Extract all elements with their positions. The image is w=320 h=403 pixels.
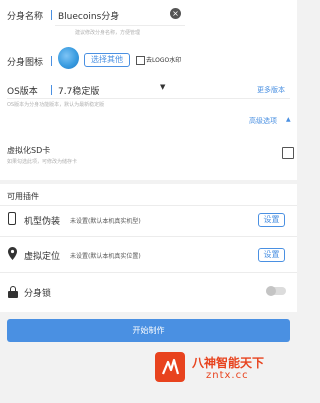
plugin-name: 机型伪装 [24, 217, 61, 227]
os-separator [51, 85, 52, 95]
plugins-panel: 可用插件 机型伪装 未设置(默认本机真实机型) 设置 虚拟定位 未设置(默认本机… [0, 184, 297, 312]
remove-logo-checkbox[interactable] [136, 56, 145, 65]
os-label: OS版本 [7, 87, 38, 97]
name-separator [51, 10, 52, 20]
phone-icon [8, 212, 16, 225]
virtual-sd-checkbox[interactable] [282, 147, 294, 159]
start-button[interactable]: 开始制作 [7, 319, 290, 342]
choose-other-button[interactable]: 选择其他 [84, 53, 130, 67]
remove-logo-label: 去LOGO水印 [146, 57, 182, 64]
watermark-logo [155, 352, 185, 382]
virtual-sd-hint: 如果勾选此项，可修改为储存卡 [7, 159, 78, 165]
clone-lock-toggle[interactable] [266, 286, 286, 296]
more-versions-link[interactable]: 更多版本 [257, 85, 285, 95]
dropdown-arrow-icon[interactable]: ▼ [160, 83, 165, 91]
plugin-divider [0, 236, 297, 237]
clear-icon[interactable]: × [170, 8, 181, 19]
watermark-url: zntx.cc [206, 370, 249, 381]
os-hint: OS版本为分身功能版本，默认为最新稳定版 [7, 102, 105, 108]
app-icon[interactable] [58, 47, 79, 69]
plugin-status: 未设置(默认本机真实机型) [70, 218, 141, 225]
plugin-status: 未设置(默认本机真实位置) [70, 253, 141, 260]
name-label: 分身名称 [7, 12, 44, 22]
plugins-title: 可用插件 [7, 192, 39, 201]
advanced-options-link[interactable]: 高级选项 [249, 116, 277, 126]
lock-icon [8, 286, 18, 298]
device-disguise-settings-button[interactable]: 设置 [258, 213, 285, 227]
chevron-up-icon[interactable]: ▲ [286, 116, 291, 123]
virtual-location-settings-button[interactable]: 设置 [258, 248, 285, 262]
plugins-divider [0, 205, 297, 206]
icon-label: 分身图标 [7, 58, 44, 68]
icon-separator [51, 56, 52, 66]
virtual-sd-label: 虚拟化SD卡 [7, 146, 51, 155]
os-underline [7, 98, 290, 99]
clone-settings-panel: 分身名称 Bluecoins分身 × 建议修改分身名称，方便管理 分身图标 选择… [0, 0, 297, 180]
name-hint: 建议修改分身名称，方便管理 [75, 30, 141, 36]
plugin-divider [0, 272, 297, 273]
watermark-title: 八神智能天下 [192, 356, 265, 370]
clone-lock-label: 分身锁 [24, 289, 52, 299]
name-input[interactable]: Bluecoins分身 [58, 9, 119, 22]
plugin-name: 虚拟定位 [24, 252, 61, 262]
name-underline [55, 25, 185, 26]
os-version-select[interactable]: 7.7稳定版 [58, 84, 99, 97]
location-pin-icon [8, 247, 17, 260]
